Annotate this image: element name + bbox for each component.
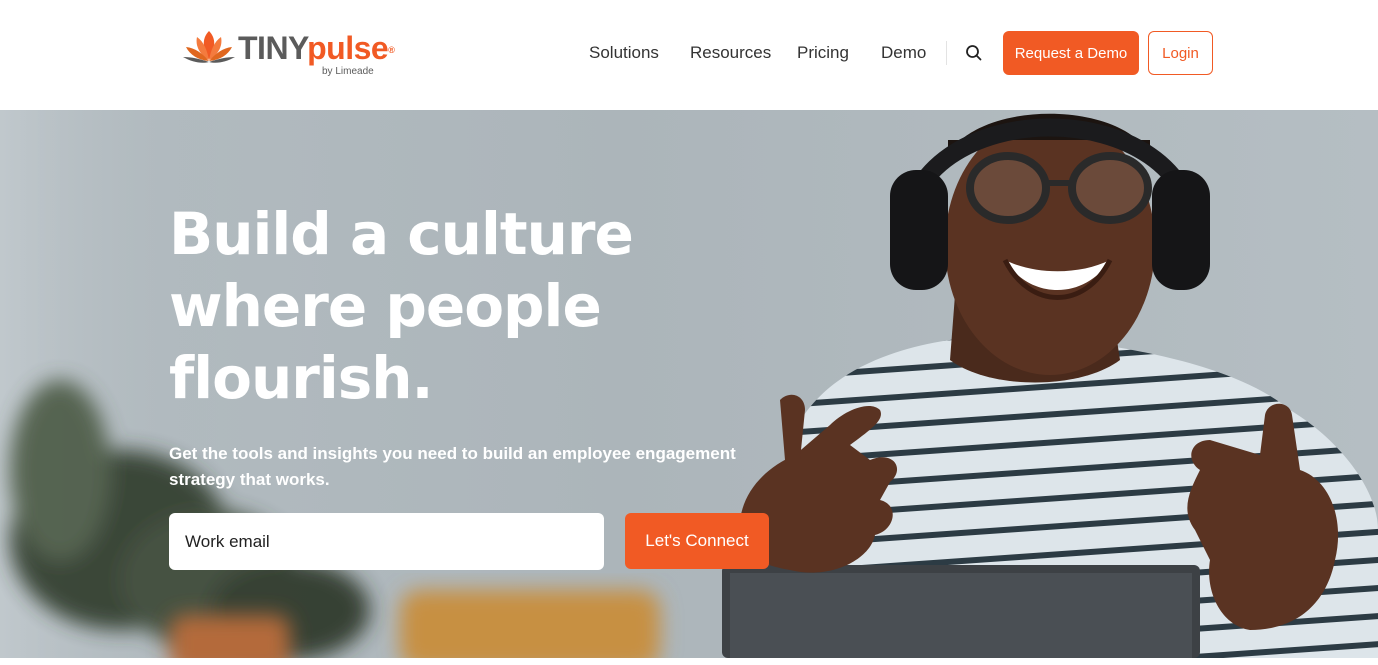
nav-item-solutions[interactable]: Solutions bbox=[589, 42, 659, 64]
nav-item-resources[interactable]: Resources bbox=[690, 42, 771, 64]
hero-title-line-3: flourish. bbox=[169, 344, 434, 412]
hero-title-line-2: where people bbox=[169, 272, 602, 340]
work-email-input[interactable] bbox=[169, 513, 604, 570]
nav-item-pricing[interactable]: Pricing bbox=[797, 42, 849, 64]
nav-divider bbox=[946, 41, 947, 65]
nav-item-demo[interactable]: Demo bbox=[881, 42, 926, 64]
request-demo-button[interactable]: Request a Demo bbox=[1003, 31, 1139, 75]
page: TINYpulse® by Limeade Solutions Resource… bbox=[0, 0, 1378, 665]
hero-section: Build a culture where people flourish. G… bbox=[0, 110, 1378, 658]
site-header: TINYpulse® by Limeade Solutions Resource… bbox=[0, 0, 1378, 110]
search-icon bbox=[966, 45, 982, 61]
lets-connect-button[interactable]: Let's Connect bbox=[625, 513, 769, 569]
hero-title-line-1: Build a culture bbox=[169, 200, 634, 268]
hero-bottom-edge bbox=[0, 658, 1378, 665]
hero-title: Build a culture where people flourish. bbox=[169, 198, 729, 414]
login-button[interactable]: Login bbox=[1148, 31, 1213, 75]
search-button[interactable] bbox=[963, 42, 985, 64]
hero-subtitle: Get the tools and insights you need to b… bbox=[169, 444, 736, 489]
main-nav: Solutions Resources Pricing Demo Request… bbox=[0, 0, 1378, 110]
